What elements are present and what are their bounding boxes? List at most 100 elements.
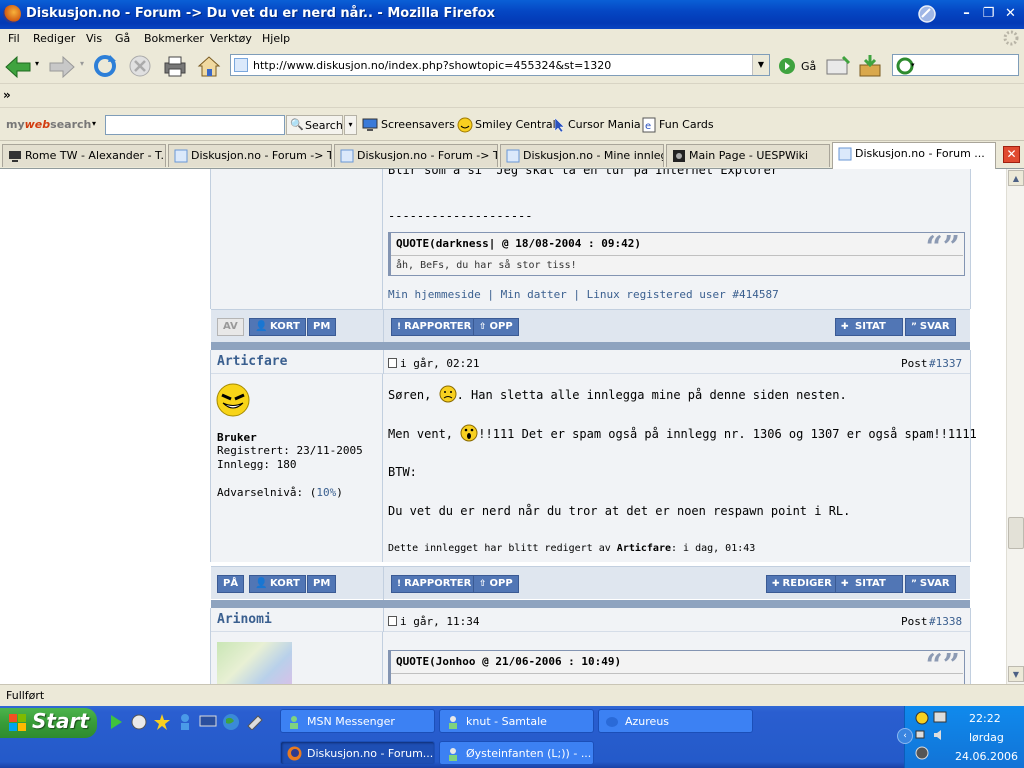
close-tab-button[interactable]: ✕ bbox=[1003, 146, 1020, 163]
menu-rediger[interactable]: Rediger bbox=[33, 32, 75, 45]
report-button[interactable]: ! RAPPORTER bbox=[391, 318, 478, 336]
start-button[interactable]: Start bbox=[0, 708, 97, 738]
tab-diskusjon-forum-active[interactable]: Diskusjon.no - Forum ... bbox=[832, 142, 996, 169]
minimize-button[interactable]: – bbox=[956, 4, 977, 25]
throbber-icon bbox=[918, 5, 936, 23]
globe-icon[interactable] bbox=[222, 713, 240, 731]
clock-time[interactable]: 22:22 bbox=[969, 712, 1001, 725]
scroll-down-button[interactable]: ▼ bbox=[1008, 666, 1024, 682]
menu-ga[interactable]: Gå bbox=[115, 32, 130, 45]
top-button[interactable]: ⇧ OPP bbox=[473, 318, 519, 336]
tab-diskusjon-forum-2[interactable]: Diskusjon.no - Forum -> T... bbox=[334, 144, 498, 167]
clock-icon[interactable] bbox=[131, 714, 147, 730]
online-status-button[interactable]: PÅ bbox=[217, 575, 245, 593]
smiley-central-link[interactable]: Smiley Central bbox=[475, 118, 556, 131]
edit-button[interactable]: ✚ REDIGER bbox=[766, 575, 838, 593]
bookmarks-overflow-chevron[interactable]: » bbox=[3, 88, 11, 102]
tab-rome-tw[interactable]: Rome TW - Alexander - T... bbox=[2, 144, 166, 167]
post-author[interactable]: Arinomi bbox=[217, 612, 272, 627]
tab-diskusjon-forum-1[interactable]: Diskusjon.no - Forum -> T... bbox=[168, 144, 332, 167]
post-button-bar: AV 👤 KORT PM ! RAPPORTER ⇧ OPP ✚ SITAT ” SVA… bbox=[211, 309, 970, 343]
url-dropdown-button[interactable]: ▼ bbox=[752, 55, 769, 75]
print-button[interactable] bbox=[162, 54, 188, 78]
signature[interactable]: Min hjemmeside | Min datter | Linux regi… bbox=[388, 288, 779, 301]
download-icon[interactable] bbox=[856, 53, 884, 79]
menu-fil[interactable]: Fil bbox=[8, 32, 20, 45]
quote-mark-icon: ” bbox=[911, 322, 917, 332]
top-button[interactable]: ⇧ OPP bbox=[473, 575, 519, 593]
page-scrollbar[interactable]: ▲ ▼ bbox=[1006, 169, 1024, 684]
tray-expand-chevron-icon[interactable]: ‹ bbox=[897, 728, 913, 744]
search-engine-box[interactable]: ▾ bbox=[892, 54, 1019, 76]
pencil-icon[interactable] bbox=[246, 714, 264, 730]
forward-history-dropdown[interactable]: ▾ bbox=[80, 59, 84, 68]
post-number-link[interactable]: #1338 bbox=[929, 615, 962, 628]
cursor-mania-link[interactable]: Cursor Mania bbox=[568, 118, 641, 131]
websearch-input[interactable] bbox=[105, 115, 285, 135]
menu-vis[interactable]: Vis bbox=[86, 32, 102, 45]
menu-hjelp[interactable]: Hjelp bbox=[262, 32, 290, 45]
back-button[interactable] bbox=[4, 54, 32, 80]
logo-dropdown-icon[interactable]: ▾ bbox=[92, 119, 96, 128]
monitor-icon[interactable] bbox=[933, 711, 947, 725]
url-input[interactable] bbox=[253, 57, 753, 73]
media-player-icon[interactable] bbox=[108, 714, 124, 730]
reply-button[interactable]: ” SVAR bbox=[905, 575, 956, 593]
screensavers-link[interactable]: Screensavers bbox=[381, 118, 455, 131]
scroll-up-button[interactable]: ▲ bbox=[1008, 170, 1024, 186]
close-button[interactable]: ✕ bbox=[1000, 4, 1021, 25]
post-button-bar: PÅ 👤 KORT PM ! RAPPORTER ⇧ OPP ✚ REDIGER ✚ S… bbox=[211, 566, 970, 600]
quote-button[interactable]: ✚ SITAT bbox=[835, 318, 903, 336]
quote-button[interactable]: ✚ SITAT bbox=[835, 575, 903, 593]
maximize-button[interactable]: ❐ bbox=[978, 4, 999, 25]
user-avatar bbox=[216, 383, 250, 417]
taskbar-oysteinfanten[interactable]: Øysteinfanten (L;)) - ... bbox=[439, 741, 594, 765]
tab-mine-innlegg[interactable]: Diskusjon.no - Mine innlegg bbox=[500, 144, 664, 167]
system-tray: ‹ 22:22 lørdag 24.06.2006 bbox=[897, 706, 1024, 768]
websearch-search-button[interactable]: 🔍 Search bbox=[286, 115, 343, 135]
taskbar-azureus[interactable]: Azureus bbox=[598, 709, 753, 733]
star-icon[interactable] bbox=[153, 713, 171, 731]
site-favicon bbox=[234, 58, 248, 72]
menu-bokmerker[interactable]: Bokmerker bbox=[144, 32, 204, 45]
search-engine-dropdown[interactable]: ▾ bbox=[911, 61, 915, 69]
scroll-thumb[interactable] bbox=[1008, 517, 1024, 549]
stop-button[interactable] bbox=[127, 53, 153, 79]
warning-level-link[interactable]: 10% bbox=[316, 486, 336, 499]
taskbar-firefox-diskusjon[interactable]: Diskusjon.no - Forum... bbox=[280, 741, 435, 765]
go-label[interactable]: Gå bbox=[801, 60, 816, 73]
pm-button[interactable]: PM bbox=[307, 575, 337, 593]
network-globe-icon[interactable] bbox=[915, 711, 929, 725]
menu-verktoy[interactable]: Verktøy bbox=[210, 32, 252, 45]
go-icon[interactable] bbox=[778, 57, 796, 75]
forward-button[interactable] bbox=[48, 54, 76, 80]
title-bar[interactable]: Diskusjon.no - Forum -> Du vet du er ner… bbox=[0, 0, 1024, 29]
plus-icon: ✚ bbox=[772, 579, 780, 589]
home-button[interactable] bbox=[196, 53, 222, 79]
taskbar-msn-messenger[interactable]: MSN Messenger bbox=[280, 709, 435, 733]
firefox-icon bbox=[287, 746, 302, 761]
profile-card-button[interactable]: 👤 KORT bbox=[249, 318, 306, 336]
fun-cards-link[interactable]: Fun Cards bbox=[659, 118, 714, 131]
tab-uespwiki[interactable]: Main Page - UESPWiki bbox=[666, 144, 830, 167]
report-button[interactable]: ! RAPPORTER bbox=[391, 575, 478, 593]
desktop-icon[interactable] bbox=[199, 714, 217, 730]
taskbar-knut-samtale[interactable]: knut - Samtale bbox=[439, 709, 594, 733]
antivirus-icon[interactable] bbox=[915, 746, 929, 760]
shocked-smiley-icon bbox=[460, 424, 478, 442]
newsgroup-icon[interactable] bbox=[824, 54, 852, 78]
pm-button[interactable]: PM bbox=[307, 318, 337, 336]
volume-icon[interactable] bbox=[933, 728, 947, 742]
address-bar[interactable]: ▼ bbox=[230, 54, 770, 76]
status-text: Fullført bbox=[6, 689, 45, 702]
msn-icon[interactable] bbox=[177, 713, 193, 731]
online-status-button[interactable]: AV bbox=[217, 318, 244, 336]
websearch-dropdown[interactable]: ▾ bbox=[344, 115, 357, 135]
back-history-dropdown[interactable]: ▾ bbox=[35, 59, 39, 68]
reply-button[interactable]: ” SVAR bbox=[905, 318, 956, 336]
profile-card-button[interactable]: 👤 KORT bbox=[249, 575, 306, 593]
post-number-link[interactable]: #1337 bbox=[929, 357, 962, 370]
reload-button[interactable] bbox=[92, 53, 118, 79]
post-author[interactable]: Articfare bbox=[217, 354, 287, 369]
network-icon[interactable] bbox=[915, 728, 929, 742]
